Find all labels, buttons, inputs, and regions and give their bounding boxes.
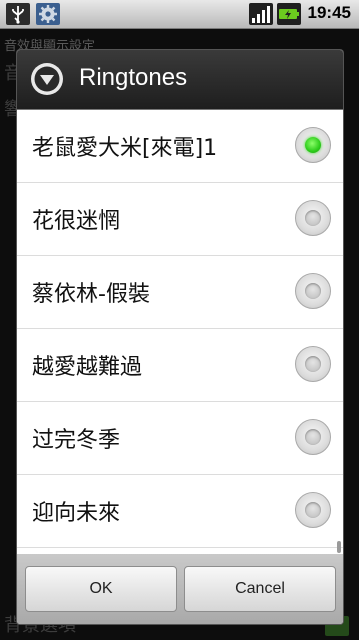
list-item[interactable]: 老鼠愛大米[來電]1 [17,110,343,183]
list-item-label: 过完冬季 [32,428,121,453]
ringtone-dialog: Ringtones 老鼠愛大米[來電]1 花很迷惘 蔡依林-假裝 越愛越難過 过… [17,50,343,624]
clock: 19:45 [307,3,351,22]
list-item[interactable]: 越愛越難過 [17,329,343,402]
list-item-label: 蔡依林-假裝 [32,282,150,307]
radio-button[interactable] [295,273,331,309]
radio-indicator [305,356,321,372]
radio-indicator [305,210,321,226]
list-item[interactable]: 迎向未來 [17,475,343,548]
button-bar: OK Cancel [17,554,343,624]
dialog-title: Ringtones [79,64,188,91]
list-item[interactable]: 过完冬季 [17,402,343,475]
ringtone-list[interactable]: 老鼠愛大米[來電]1 花很迷惘 蔡依林-假裝 越愛越難過 过完冬季 迎向未來 [17,110,343,610]
radio-button[interactable] [295,419,331,455]
radio-button[interactable] [295,492,331,528]
dialog-header: Ringtones [17,50,343,110]
list-item[interactable]: 蔡依林-假裝 [17,256,343,329]
radio-indicator [305,283,321,299]
list-item-label: 花很迷惘 [32,209,121,234]
battery-charging-icon [277,3,301,25]
radio-selected-indicator [305,137,321,153]
list-item-label: 老鼠愛大米[來電]1 [32,136,218,161]
ok-button[interactable]: OK [25,566,177,612]
status-bar: 19:45 [0,0,359,29]
cancel-button[interactable]: Cancel [184,566,336,612]
scrollbar[interactable] [337,541,341,553]
list-item-label: 迎向未來 [32,501,121,526]
radio-button[interactable] [295,200,331,236]
radio-button[interactable] [295,346,331,382]
signal-icon [249,3,273,25]
usb-icon [6,3,30,25]
radio-button[interactable] [295,127,331,163]
radio-indicator [305,429,321,445]
radio-indicator [305,502,321,518]
list-item[interactable]: 花很迷惘 [17,183,343,256]
dropdown-circle-icon [31,63,63,95]
list-item-label: 越愛越難過 [32,355,143,380]
settings-icon [36,3,60,25]
